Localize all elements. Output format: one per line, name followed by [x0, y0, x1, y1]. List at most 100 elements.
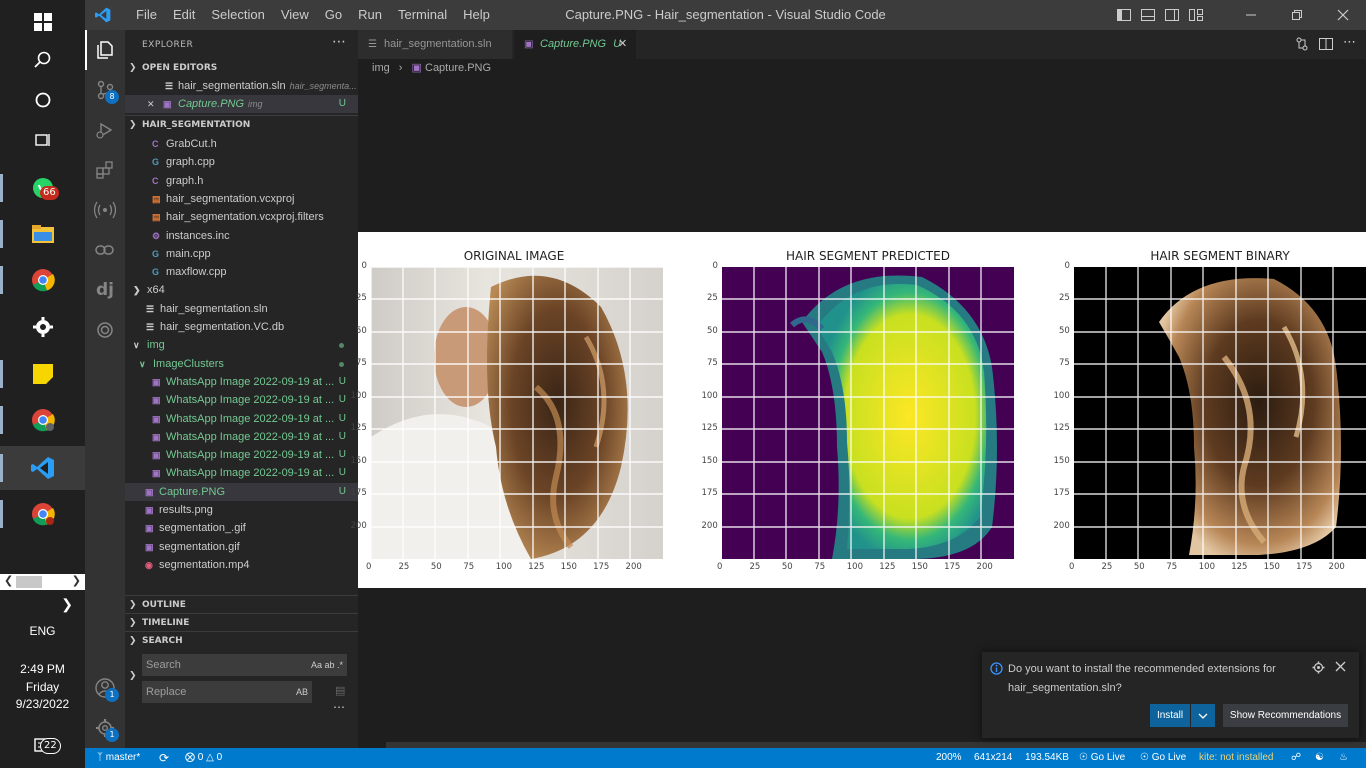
task-view-icon[interactable]	[0, 118, 85, 162]
file-item[interactable]: ▣ segmentation_.gif	[125, 519, 358, 537]
vscode-taskbar-icon[interactable]	[0, 446, 85, 490]
file-item[interactable]: ◉ segmentation.mp4	[125, 556, 358, 574]
menu-file[interactable]: File	[128, 0, 165, 30]
go-live-button[interactable]: ☉ Go Live	[1079, 748, 1125, 768]
tab-hair-segmentation-sln[interactable]: ☰ hair_segmentation.sln	[358, 30, 512, 59]
cortana-icon[interactable]	[0, 78, 85, 122]
chrome-profile-icon[interactable]	[0, 398, 85, 442]
action-center-icon[interactable]: 22	[0, 724, 85, 768]
zoom-level[interactable]: 200%	[936, 748, 962, 768]
project-header[interactable]: ❯ HAIR_SEGMENTATION	[125, 115, 358, 133]
timeline-header[interactable]: ❯ TIMELINE	[125, 613, 358, 631]
file-item[interactable]: ▣ WhatsApp Image 2022-09-19 at ... U	[125, 410, 358, 428]
folder-item[interactable]: ∨ img	[125, 336, 358, 354]
menu-terminal[interactable]: Terminal	[390, 0, 455, 30]
file-item[interactable]: ☰ hair_segmentation.VC.db	[125, 318, 358, 336]
toggle-secondary-sidebar-icon[interactable]	[1160, 0, 1184, 30]
file-item[interactable]: ▣ WhatsApp Image 2022-09-19 at ... U	[125, 446, 358, 464]
more-editor-actions-icon[interactable]: ⋯	[1343, 36, 1356, 54]
menu-go[interactable]: Go	[317, 0, 350, 30]
search-header[interactable]: ❯ SEARCH	[125, 631, 358, 649]
toggle-primary-sidebar-icon[interactable]	[1112, 0, 1136, 30]
search-options[interactable]: Aa ab .*	[311, 654, 343, 676]
taskbar-scrollbar[interactable]: ❮ ❯	[0, 574, 85, 590]
go-live-button-2[interactable]: ☉ Go Live	[1140, 748, 1186, 768]
file-item[interactable]: ▣ WhatsApp Image 2022-09-19 at ... U	[125, 464, 358, 482]
replace-input[interactable]: Replace AB	[142, 681, 312, 703]
replace-all-icon[interactable]: ▤	[335, 684, 345, 697]
breadcrumb-folder[interactable]: img	[372, 62, 390, 74]
file-item[interactable]: ▣ segmentation.gif	[125, 538, 358, 556]
clock-time[interactable]: 2:49 PM	[0, 662, 85, 676]
extensions-icon[interactable]	[85, 150, 125, 190]
more-actions-icon[interactable]: ⋯	[332, 34, 346, 50]
split-editor-icon[interactable]	[1319, 37, 1333, 54]
file-item[interactable]: Gmain.cpp	[125, 245, 358, 263]
file-item[interactable]: Gmaxflow.cpp	[125, 263, 358, 281]
live-share-link-icon[interactable]	[85, 230, 125, 270]
breadcrumb-file[interactable]: Capture.PNG	[425, 62, 491, 74]
sticky-notes-icon[interactable]	[0, 352, 85, 396]
open-changes-icon[interactable]	[1295, 37, 1309, 54]
manage-gear-icon[interactable]: 1	[85, 708, 125, 748]
file-item[interactable]: Ggraph.cpp	[125, 153, 358, 171]
file-item[interactable]: Cgraph.h	[125, 172, 358, 190]
source-control-icon[interactable]: 8	[85, 70, 125, 110]
close-editor-icon[interactable]: ✕	[147, 95, 155, 113]
menu-view[interactable]: View	[273, 0, 317, 30]
show-recommendations-button[interactable]: Show Recommendations	[1223, 704, 1348, 727]
install-options-button[interactable]	[1191, 704, 1215, 727]
branch-indicator[interactable]: ᛉ master*	[97, 748, 140, 768]
open-editor-item-active[interactable]: ✕ ▣ Capture.PNG img U	[125, 95, 358, 113]
chrome-second-profile-icon[interactable]	[0, 492, 85, 536]
menu-edit[interactable]: Edit	[165, 0, 203, 30]
menu-help[interactable]: Help	[455, 0, 498, 30]
explorer-icon[interactable]	[85, 30, 125, 70]
folder-item[interactable]: ∨ ImageClusters	[125, 355, 358, 373]
notification-settings-icon[interactable]	[1312, 661, 1325, 677]
file-item[interactable]: ⚙ instances.inc	[125, 227, 358, 245]
settings-gear-icon[interactable]	[0, 305, 85, 349]
minimize-icon[interactable]	[1228, 0, 1274, 30]
file-item[interactable]: ▣ WhatsApp Image 2022-09-19 at ... U	[125, 373, 358, 391]
sync-icon[interactable]: ⟳	[159, 748, 169, 768]
scroll-thumb[interactable]	[16, 576, 42, 588]
file-item[interactable]: ▣ WhatsApp Image 2022-09-19 at ... U	[125, 428, 358, 446]
file-item[interactable]: ▣ WhatsApp Image 2022-09-19 at ... U	[125, 391, 358, 409]
close-window-icon[interactable]	[1320, 0, 1366, 30]
language-indicator[interactable]: ENG	[0, 624, 85, 638]
file-item[interactable]: C GrabCut.h	[125, 135, 358, 153]
file-explorer-icon[interactable]	[0, 212, 85, 256]
outline-header[interactable]: ❯ OUTLINE	[125, 595, 358, 613]
menu-selection[interactable]: Selection	[203, 0, 272, 30]
run-debug-icon[interactable]	[85, 110, 125, 150]
file-item[interactable]: ▤ hair_segmentation.vcxproj.filters	[125, 208, 358, 226]
notifications-bell-icon[interactable]: ♨	[1339, 748, 1348, 768]
open-editors-header[interactable]: ❯ OPEN EDITORS	[125, 59, 358, 77]
live-share-icon[interactable]: ☍	[1291, 748, 1301, 768]
file-item[interactable]: ☰ hair_segmentation.sln	[125, 300, 358, 318]
customize-layout-icon[interactable]	[1184, 0, 1208, 30]
django-icon[interactable]: dj	[85, 270, 125, 310]
search-input[interactable]: Search Aa ab .*	[142, 654, 347, 676]
chrome-icon[interactable]	[0, 258, 85, 302]
file-item[interactable]: ▣ Capture.PNG U	[125, 482, 358, 501]
menu-run[interactable]: Run	[350, 0, 390, 30]
remote-explorer-icon[interactable]	[85, 190, 125, 230]
accounts-icon[interactable]: 1	[85, 668, 125, 708]
folder-item[interactable]: ❯ x64	[125, 281, 358, 299]
preserve-case-toggle[interactable]: AB	[296, 681, 308, 703]
file-item[interactable]: ▤ hair_segmentation.vcxproj	[125, 190, 358, 208]
open-editor-item[interactable]: ☰ hair_segmentation.sln hair_segmenta...	[125, 77, 358, 95]
search-icon[interactable]	[0, 38, 85, 82]
tray-expand-icon[interactable]: ❯	[0, 596, 85, 613]
kite-status[interactable]: kite: not installed	[1199, 748, 1274, 768]
scroll-left-icon[interactable]: ❮	[4, 574, 13, 587]
toggle-panel-icon[interactable]	[1136, 0, 1160, 30]
file-item[interactable]: ▣ results.png	[125, 501, 358, 519]
tab-capture-png[interactable]: ▣ Capture.PNG U ✕	[514, 30, 636, 59]
install-button[interactable]: Install	[1150, 704, 1190, 727]
scroll-right-icon[interactable]: ❯	[72, 574, 81, 587]
search-details-icon[interactable]: ⋯	[333, 700, 345, 714]
openai-icon[interactable]	[85, 310, 125, 350]
